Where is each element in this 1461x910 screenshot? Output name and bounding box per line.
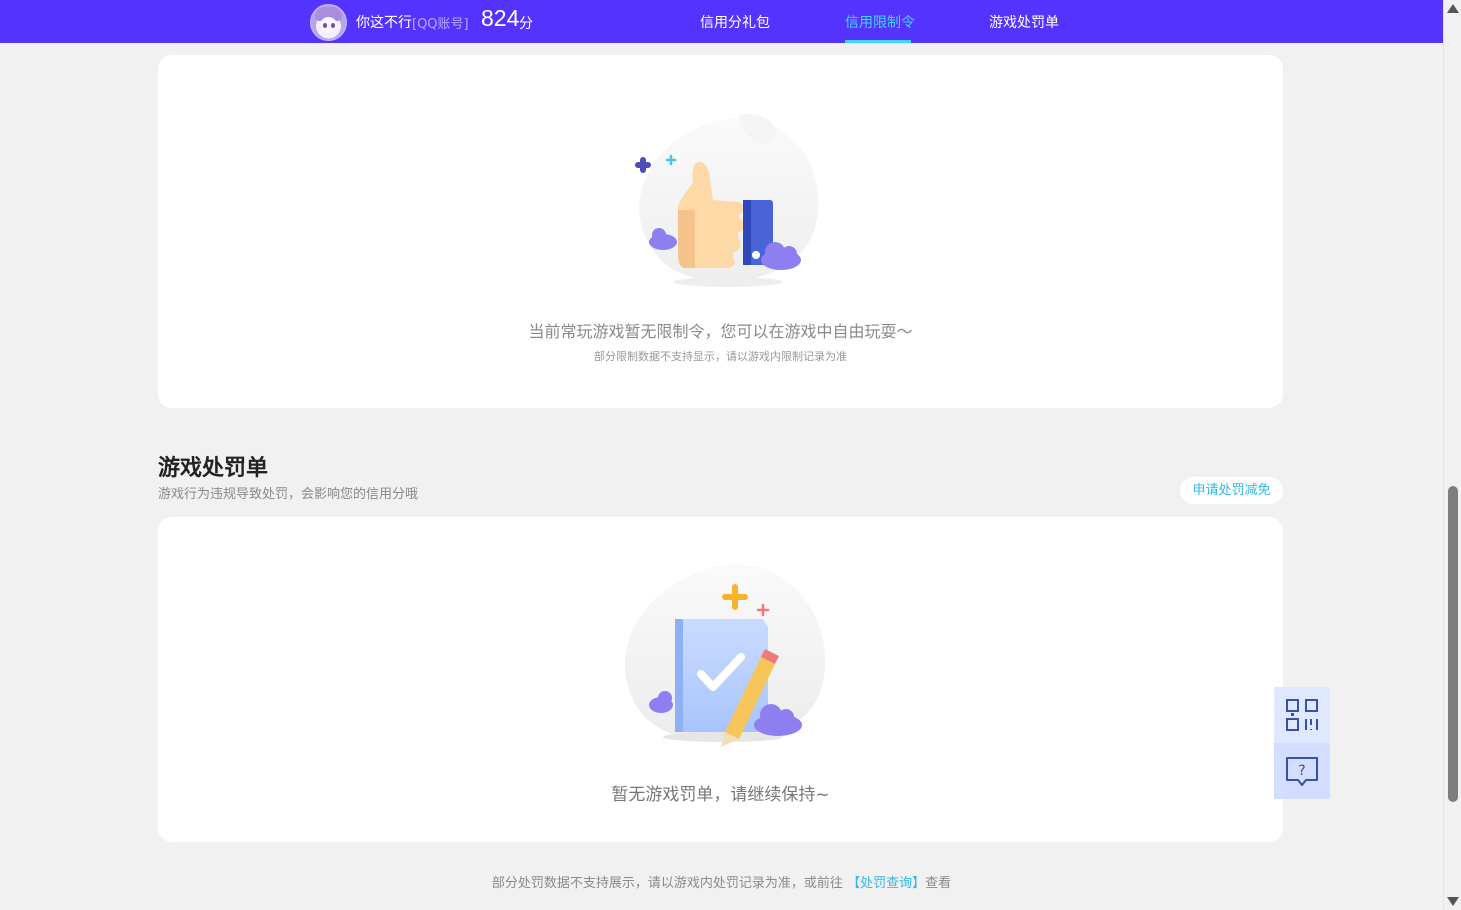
- qr-code-icon: [1286, 699, 1318, 731]
- penalty-query-link[interactable]: 【处罚查询】: [847, 876, 925, 891]
- help-chat-icon: ?: [1286, 757, 1318, 786]
- username: 你这不行: [356, 15, 412, 31]
- penalty-section-subtitle: 游戏行为违规导致处罚，会影响您的信用分哦: [158, 487, 419, 502]
- nav-game-penalty[interactable]: 游戏处罚单: [989, 12, 1059, 32]
- nav-credit-gift[interactable]: 信用分礼包: [700, 12, 770, 32]
- checklist-pencil-icon: [624, 564, 826, 747]
- svg-text:?: ?: [1298, 763, 1305, 779]
- top-bar: 你这不行 [QQ账号] 824 分 信用分礼包 信用限制令 游戏处罚单: [0, 0, 1443, 43]
- nav-credit-restriction[interactable]: 信用限制令: [845, 12, 915, 32]
- help-button[interactable]: ?: [1274, 743, 1330, 799]
- footer-note: 部分处罚数据不支持展示，请以游戏内处罚记录为准，或前往 【处罚查询】查看: [0, 872, 1443, 891]
- thumbs-up-icon: [635, 114, 819, 287]
- credit-score: 824: [481, 5, 520, 31]
- account-type: [QQ账号]: [412, 17, 469, 32]
- scroll-up-arrow-icon[interactable]: [1447, 4, 1459, 13]
- qr-code-button[interactable]: [1274, 687, 1330, 743]
- avatar-eye-left: [323, 23, 327, 28]
- avatar-eye-right: [331, 23, 335, 28]
- apply-penalty-reduction-button[interactable]: 申请处罚减免: [1180, 477, 1283, 504]
- footer-note-suffix: 查看: [925, 876, 952, 891]
- score-unit: 分: [519, 16, 533, 32]
- avatar[interactable]: [310, 4, 347, 41]
- nav-active-indicator: [845, 40, 911, 43]
- restriction-card: 当前常玩游戏暂无限制令，您可以在游戏中自由玩耍～ 部分限制数据不支持显示，请以游…: [158, 55, 1283, 408]
- scroll-down-arrow-icon[interactable]: [1447, 897, 1459, 906]
- penalty-card: 暂无游戏罚单，请继续保持~: [158, 517, 1283, 842]
- scroll-thumb[interactable]: [1448, 486, 1458, 802]
- footer-note-prefix: 部分处罚数据不支持展示，请以游戏内处罚记录为准，或前往: [491, 876, 843, 891]
- penalty-section-title: 游戏处罚单: [158, 456, 269, 481]
- restriction-note: 部分限制数据不支持显示，请以游戏内限制记录为准: [594, 350, 847, 363]
- restriction-empty-text: 当前常玩游戏暂无限制令，您可以在游戏中自由玩耍～: [528, 322, 913, 341]
- scrollbar[interactable]: [1443, 0, 1461, 910]
- penalty-empty-text: 暂无游戏罚单，请继续保持~: [611, 785, 830, 805]
